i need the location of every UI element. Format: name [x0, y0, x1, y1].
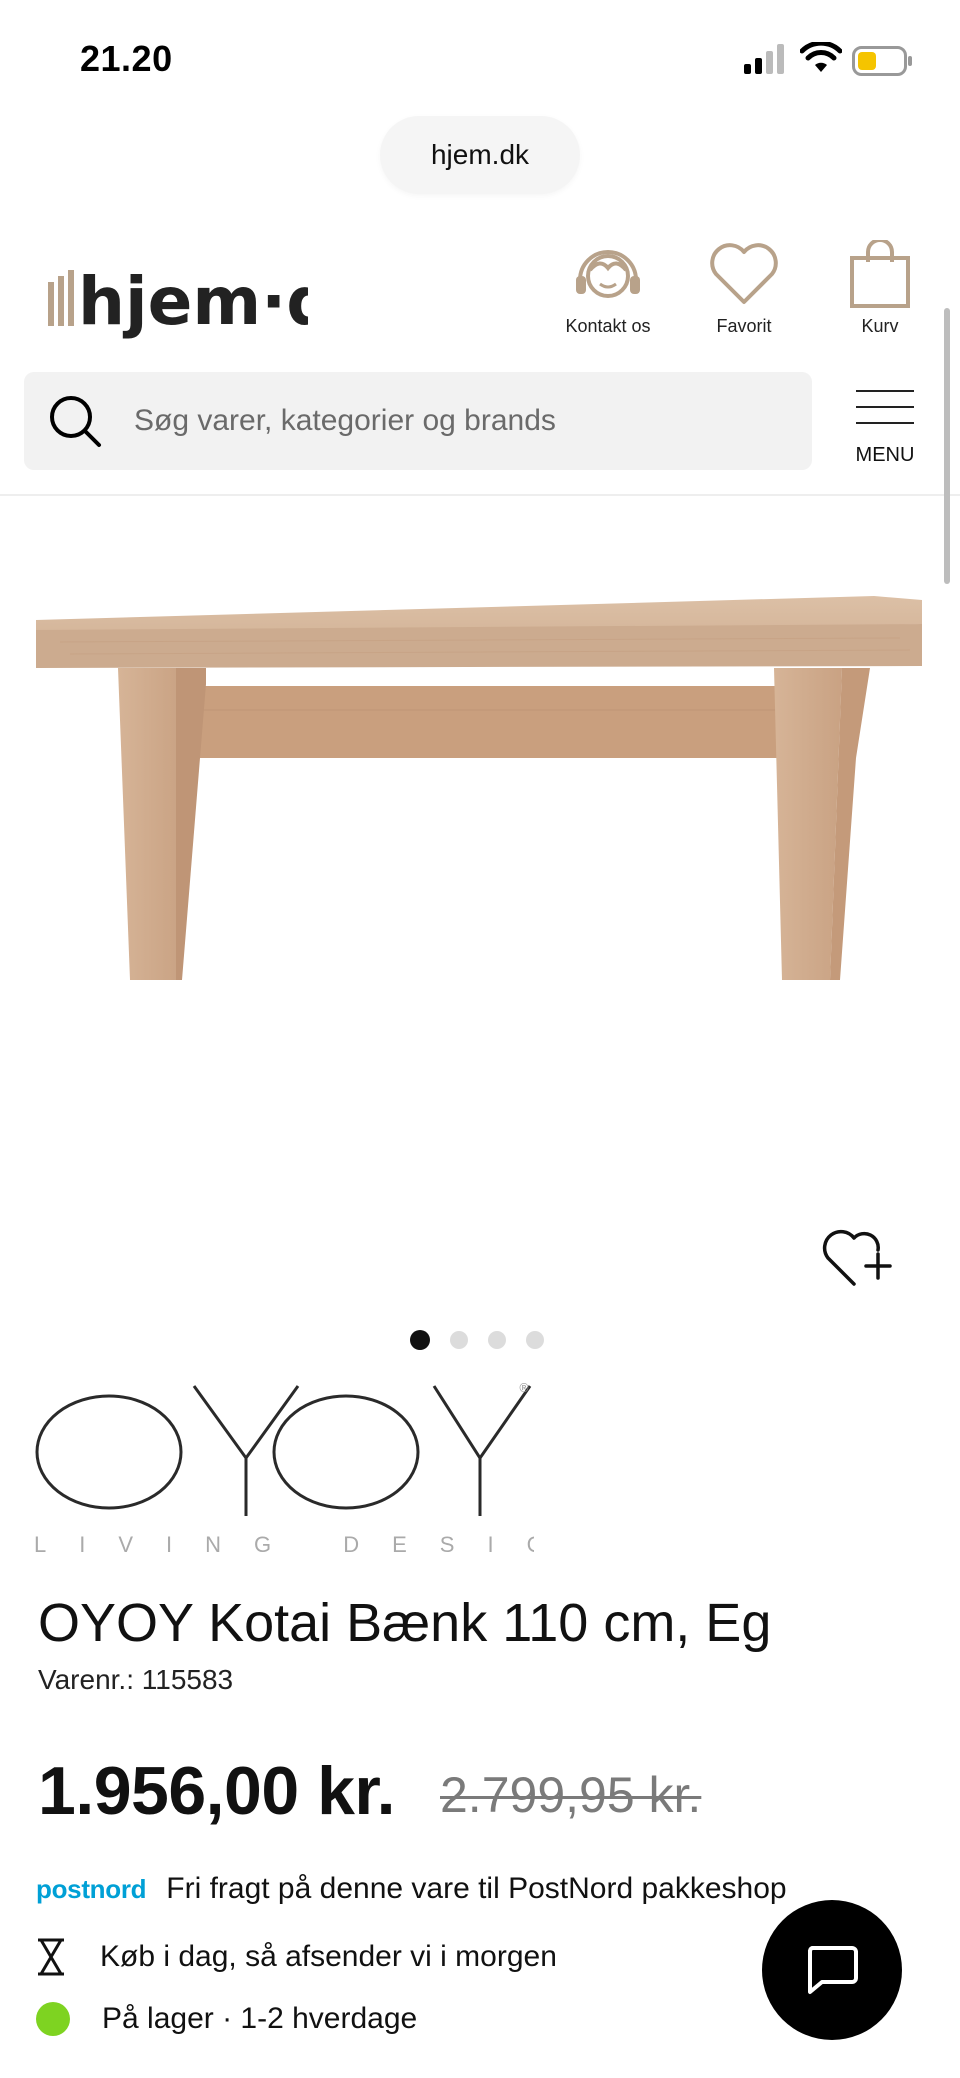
shipping-info: postnord Fri fragt på denne vare til Pos…	[36, 1872, 787, 1906]
chat-bubble-icon	[807, 1946, 858, 1994]
status-bar: 21.20	[0, 0, 960, 110]
site-logo[interactable]: hjem·dk	[48, 258, 308, 348]
brand-tagline: LIVING DESIGN	[34, 1532, 534, 1557]
logo-text: hjem·dk	[78, 263, 308, 340]
carousel-dot-2[interactable]	[450, 1331, 468, 1349]
chat-button[interactable]	[762, 1900, 902, 2040]
url-text: hjem.dk	[430, 139, 530, 170]
hourglass-icon	[38, 1938, 64, 1976]
battery-icon	[852, 46, 912, 76]
scrollbar[interactable]	[944, 308, 950, 584]
image-carousel-dots	[410, 1330, 550, 1350]
headset-icon	[576, 250, 640, 298]
original-price: 2.799,95 kr.	[440, 1767, 702, 1823]
heart-icon	[710, 243, 778, 304]
in-stock-indicator	[36, 2002, 70, 2036]
product-title: OYOY Kotai Bænk 110 cm, Eg	[38, 1593, 772, 1653]
shopping-bag-icon	[850, 240, 910, 308]
svg-text:®: ®	[518, 1381, 530, 1395]
postnord-logo: postnord	[36, 1873, 147, 1904]
product-sku: Varenr.: 115583	[38, 1664, 234, 1695]
search-input[interactable]	[134, 372, 794, 470]
shipping-text: Fri fragt på denne vare til PostNord pak…	[166, 1872, 787, 1905]
favorites-button[interactable]: Favorit	[694, 240, 794, 337]
search-bar[interactable]	[24, 372, 812, 470]
stock-text: På lager · 1-2 hverdage	[102, 2002, 418, 2035]
carousel-dot-4[interactable]	[526, 1331, 544, 1349]
cellular-signal-icon	[744, 44, 784, 74]
product-image[interactable]	[30, 580, 930, 1000]
hamburger-icon-bar-1	[856, 390, 914, 392]
heart-plus-icon[interactable]	[820, 1224, 900, 1290]
stock-info: På lager · 1-2 hverdage	[36, 2002, 417, 2036]
status-time: 21.20	[80, 38, 173, 79]
search-icon[interactable]	[48, 394, 102, 448]
carousel-dot-3[interactable]	[488, 1331, 506, 1349]
header-divider	[0, 494, 960, 496]
menu-button[interactable]: MENU	[852, 386, 918, 466]
contact-label: Kontakt os	[565, 316, 651, 336]
hamburger-icon-bar-2	[856, 406, 914, 408]
cart-button[interactable]: Kurv	[830, 240, 930, 337]
hamburger-icon-bar-3	[856, 422, 914, 424]
dispatch-info: Køb i dag, så afsender vi i morgen	[36, 1938, 557, 1976]
carousel-dot-1[interactable]	[410, 1330, 430, 1350]
dispatch-text: Køb i dag, så afsender vi i morgen	[100, 1940, 557, 1973]
favorites-label: Favorit	[716, 316, 772, 336]
current-price: 1.956,00 kr.	[38, 1753, 396, 1829]
url-bar[interactable]: hjem.dk	[380, 116, 580, 194]
wifi-icon	[800, 42, 842, 72]
menu-label: MENU	[855, 444, 915, 466]
cart-label: Kurv	[861, 316, 899, 336]
contact-button[interactable]: Kontakt os	[558, 240, 658, 337]
brand-logo[interactable]: ® LIVING DESIGN	[34, 1380, 534, 1560]
